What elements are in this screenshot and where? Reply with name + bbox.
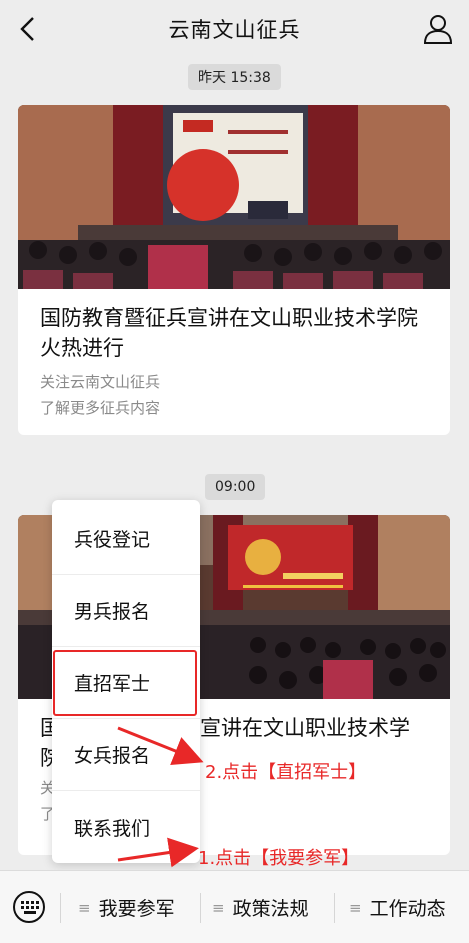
- tab-label: 工作动态: [369, 898, 446, 920]
- annotation-step-1: 1.点击【我要参军】: [198, 848, 360, 869]
- menu-icon: ≡: [212, 898, 225, 917]
- tab-work-news[interactable]: ≡ 工作动态: [349, 871, 446, 943]
- tab-join-army[interactable]: ≡ 我要参军: [78, 871, 175, 943]
- annotation-step-2: 2.点击【直招军士】: [205, 762, 367, 783]
- menu-icon: ≡: [349, 898, 362, 917]
- bottom-menu-bar: ≡ 我要参军 ≡ 政策法规 ≡ 工作动态: [0, 870, 469, 943]
- annotation-arrows: [117, 726, 204, 868]
- keyboard-icon[interactable]: [12, 890, 46, 924]
- tab-policy[interactable]: ≡ 政策法规: [212, 871, 309, 943]
- tab-label: 政策法规: [232, 898, 309, 920]
- menu-icon: ≡: [78, 898, 91, 917]
- tab-label: 我要参军: [98, 898, 175, 920]
